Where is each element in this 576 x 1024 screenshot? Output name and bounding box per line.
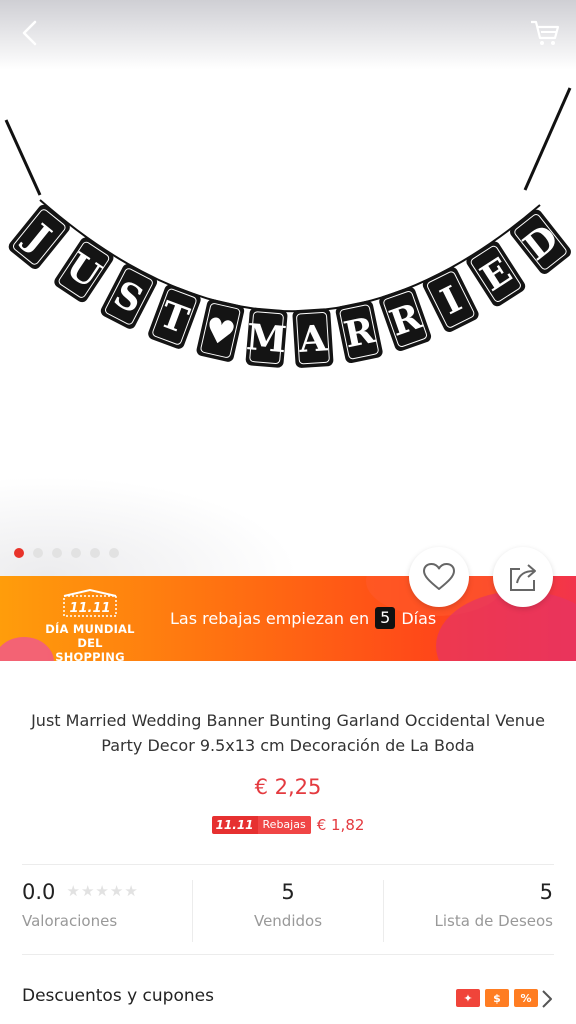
sale-badge-mark: 11.11 (215, 818, 254, 832)
banner-flag: R (379, 286, 432, 352)
svg-text:A: A (297, 317, 330, 361)
share-icon (510, 564, 536, 591)
product-price: € 2,25 (254, 775, 322, 799)
coupons-row[interactable]: Descuentos y cupones ✦ $ % (22, 984, 554, 1014)
banner-flag: E (466, 241, 526, 307)
back-icon[interactable] (14, 16, 48, 50)
sparkle-coupon-icon: ✦ (456, 989, 480, 1007)
banner-flag: A (292, 308, 334, 368)
coupon-icons: ✦ $ % (456, 989, 538, 1007)
banner-flag: R (335, 300, 383, 364)
heart-icon (423, 563, 455, 590)
star-icon: ★ (124, 882, 138, 900)
banner-flag: M (245, 307, 288, 368)
divider (22, 954, 554, 955)
chevron-right-icon (542, 990, 552, 1008)
svg-text:M: M (245, 316, 288, 361)
wishlist-button[interactable] (409, 547, 469, 607)
dollar-coupon-icon: $ (485, 989, 509, 1007)
sale-badge: 11.11 Rebajas (211, 816, 311, 834)
pager-dot (71, 548, 81, 558)
sold-value: 5 (281, 880, 295, 904)
promo-logo: 11.11 DÍA MUNDIAL DEL SHOPPING (44, 588, 136, 661)
sold-label: Vendidos (253, 912, 323, 930)
product-image-gallery[interactable]: J U S T ♥ M A R R I E D (0, 0, 576, 576)
days-label: Días (401, 608, 437, 628)
sold-stat: 5 Vendidos (192, 880, 384, 942)
rating-label: Valoraciones (22, 912, 118, 930)
banner-flag: T (148, 284, 201, 349)
sale-price-row: 11.11 Rebajas € 1,82 (0, 816, 576, 834)
logo-mark-text: 11.11 (69, 601, 110, 616)
star-icon: ★ (95, 882, 109, 900)
wishlist-label: Lista de Deseos (434, 912, 553, 930)
star-icon: ★ (66, 882, 80, 900)
promo-logo-line1: DÍA MUNDIAL (45, 622, 135, 636)
wishlist-value: 5 (539, 880, 553, 904)
sale-badge-label: Rebajas (257, 816, 311, 834)
banner-flag: U (54, 237, 114, 303)
promo-banner[interactable]: 11.11 DÍA MUNDIAL DEL SHOPPING Las rebaj… (0, 576, 576, 661)
cart-icon[interactable] (528, 16, 562, 50)
rating-stars: ★ ★ ★ ★ ★ (67, 884, 138, 899)
promo-text: Las rebajas empiezan en (170, 608, 370, 628)
pager-dot (14, 548, 24, 558)
product-stats: 0.0 ★ ★ ★ ★ ★ Valoraciones 5 Vendidos 5 … (0, 880, 576, 942)
product-image: JUS T ♥ M A R R IED (4, 87, 572, 368)
days-counter: 5 (375, 607, 396, 629)
banner-flag: ♥ (196, 299, 245, 362)
pager-dot (109, 548, 119, 558)
rating-value: 0.0 (22, 880, 56, 904)
star-icon: ★ (80, 882, 95, 900)
rating-stat[interactable]: 0.0 ★ ★ ★ ★ ★ Valoraciones (22, 880, 138, 942)
promo-logo-line2: DEL SHOPPING (55, 636, 125, 661)
percent-coupon-icon: % (514, 989, 538, 1007)
coupons-label: Descuentos y cupones (22, 986, 214, 1006)
pager-dot (90, 548, 100, 558)
promo-countdown: Las rebajas empiezan en 5 Días (170, 607, 436, 629)
pager-dot (33, 548, 43, 558)
eleven-eleven-logo-icon: 11.11 (63, 588, 117, 617)
star-icon: ★ (109, 882, 124, 900)
image-pager-dots (14, 548, 119, 558)
banner-flag: J (8, 204, 70, 270)
share-button[interactable] (493, 547, 553, 607)
banner-flag: I (422, 267, 479, 332)
sale-price: € 1,82 (316, 816, 365, 834)
banner-flag: S (100, 264, 158, 329)
banner-flag: D (510, 209, 571, 274)
divider (22, 864, 554, 865)
pager-dot (52, 548, 62, 558)
product-title: Just Married Wedding Banner Bunting Garl… (31, 711, 545, 755)
wishlist-stat: 5 Lista de Deseos (434, 880, 553, 942)
